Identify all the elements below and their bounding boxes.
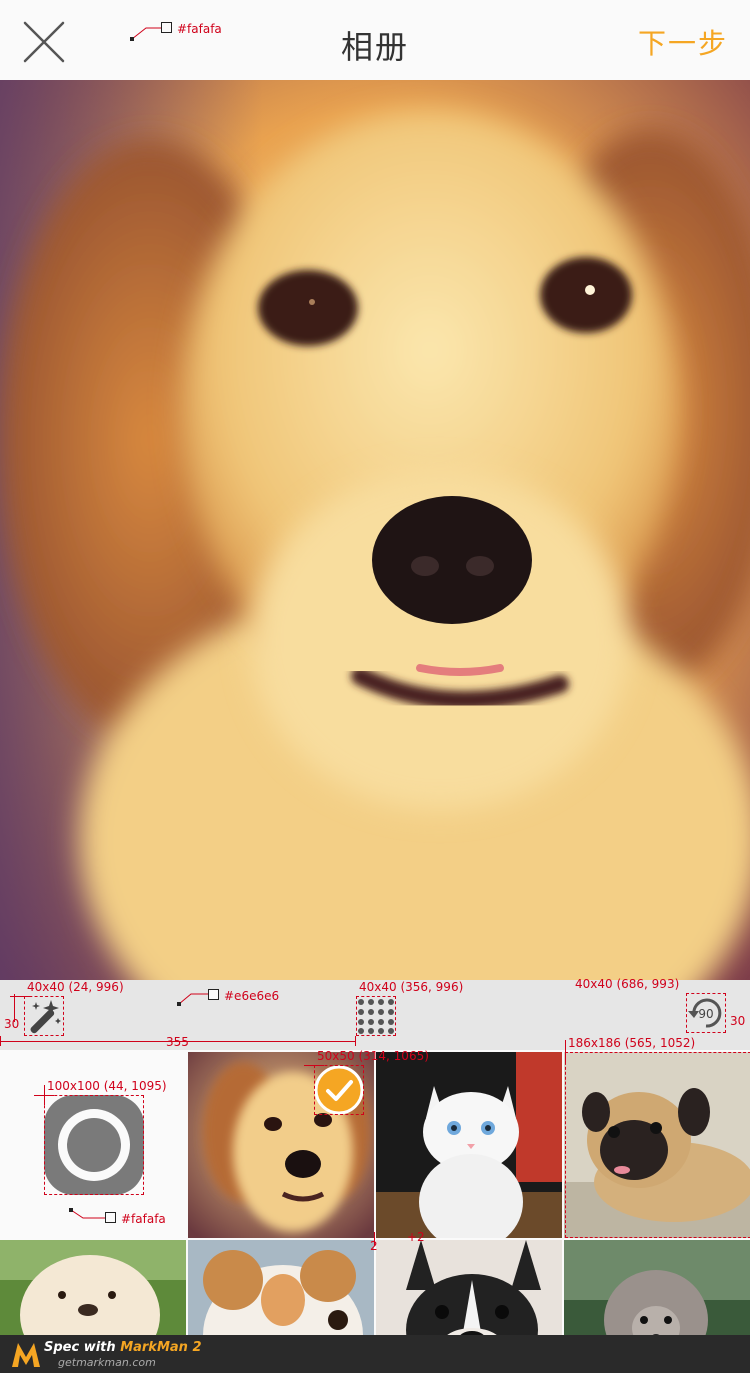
photo-golden-dog[interactable] bbox=[188, 1052, 374, 1238]
color-swatch bbox=[105, 1212, 116, 1223]
annotation-leader bbox=[130, 27, 162, 41]
annotation-dots-spec: 40x40 (356, 996) bbox=[359, 980, 464, 994]
markman-logo-icon bbox=[12, 1343, 40, 1367]
photo-white-kitten[interactable] bbox=[376, 1052, 562, 1238]
magic-wand-icon bbox=[30, 1000, 61, 1034]
color-swatch bbox=[161, 22, 172, 33]
annotation-tick bbox=[0, 1036, 1, 1046]
photo-pug[interactable] bbox=[564, 1052, 750, 1238]
annotation-gap-a: 2 bbox=[370, 1239, 378, 1253]
color-swatch bbox=[208, 989, 219, 1000]
next-step-button[interactable]: 下一步 bbox=[638, 22, 728, 62]
markman-footer: Spec with MarkMan 2 getmarkman.com bbox=[0, 1335, 750, 1373]
annotation-crosshair bbox=[10, 996, 30, 997]
annotation-crosshair bbox=[44, 1085, 45, 1105]
annotation-camera-bg-color: #fafafa bbox=[121, 1212, 166, 1226]
pug-thumbnail bbox=[564, 1052, 750, 1238]
annotation-photo-spec: 186x186 (565, 1052) bbox=[568, 1036, 696, 1050]
annotation-shutter-spec: 100x100 (44, 1095) bbox=[47, 1079, 167, 1093]
selected-photo-preview[interactable] bbox=[0, 80, 750, 980]
annotation-left-margin: 30 bbox=[4, 1017, 20, 1031]
annotation-header-color: #fafafa bbox=[177, 22, 222, 36]
annotation-rotate-spec: 40x40 (686, 993) bbox=[575, 977, 680, 991]
brand-name: MarkMan 2 bbox=[120, 1340, 202, 1355]
magic-wand-button[interactable] bbox=[24, 996, 64, 1036]
annotation-span-width: 355 bbox=[166, 1035, 189, 1049]
annotation-tick bbox=[355, 1036, 356, 1046]
annotation-crosshair bbox=[14, 994, 15, 1022]
annotation-crosshair bbox=[565, 1040, 566, 1064]
annotation-right-margin: 30 bbox=[730, 1014, 746, 1028]
markman-url[interactable]: getmarkman.com bbox=[58, 1356, 156, 1369]
golden-dog-photo bbox=[0, 80, 750, 980]
rotate-label: 90 bbox=[698, 1007, 713, 1021]
annotation-crosshair bbox=[304, 1065, 324, 1066]
rotate-icon: 90 bbox=[688, 998, 722, 1028]
grid-dots-icon bbox=[358, 999, 394, 1034]
annotation-wand-spec: 40x40 (24, 996) bbox=[27, 980, 124, 994]
annotation-gap-b: +2 bbox=[407, 1230, 425, 1244]
white-kitten-thumbnail bbox=[376, 1052, 562, 1238]
navigation-bar: 相册 下一步 bbox=[0, 0, 750, 80]
texture-button[interactable] bbox=[356, 996, 396, 1036]
checkmark-icon bbox=[314, 1065, 364, 1115]
spec-credit: Spec with MarkMan 2 bbox=[44, 1340, 202, 1355]
annotation-toolbar-color: #e6e6e6 bbox=[224, 989, 280, 1003]
rotate-button[interactable]: 90 bbox=[686, 993, 726, 1033]
selected-check-badge[interactable] bbox=[314, 1065, 364, 1115]
annotation-leader bbox=[69, 1208, 105, 1219]
annotation-leader bbox=[177, 993, 209, 1006]
annotation-check-spec: 50x50 (314, 1065) bbox=[317, 1049, 429, 1063]
